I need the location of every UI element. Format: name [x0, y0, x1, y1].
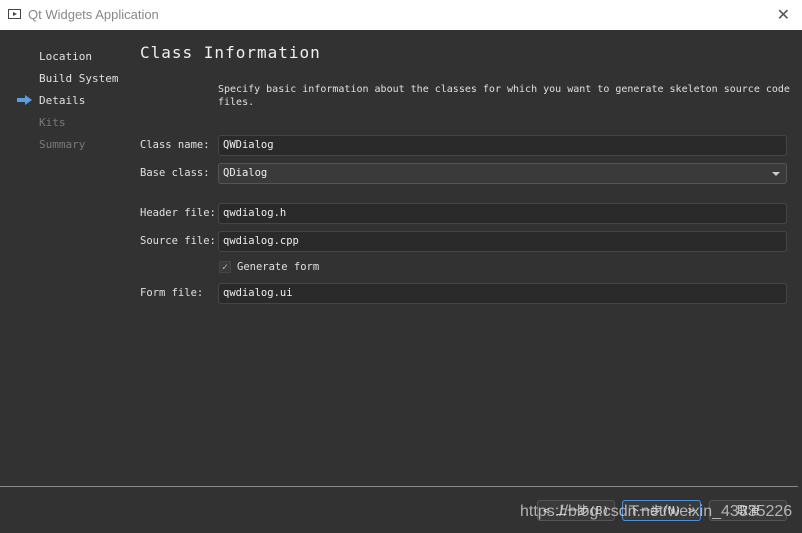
close-icon[interactable]: ✕: [777, 5, 790, 25]
form-file-label: Form file:: [140, 287, 204, 299]
generate-form-checkbox[interactable]: ✓: [219, 261, 231, 273]
sidebar-item-kits: Kits: [39, 116, 66, 129]
window-title: Qt Widgets Application: [28, 7, 159, 22]
sidebar-item-details: Details: [39, 94, 86, 107]
watermark: https://blog.csdn.net/weixin_43335226: [520, 503, 793, 520]
title-bar: Qt Widgets Application ✕: [0, 0, 802, 30]
app-icon: [8, 9, 21, 19]
source-file-label: Source file:: [140, 235, 216, 247]
base-class-value: QDialog: [223, 167, 268, 179]
class-name-input[interactable]: QWDialog: [218, 135, 787, 156]
generate-form-label[interactable]: Generate form: [237, 261, 319, 273]
page-description: Specify basic information about the clas…: [218, 84, 790, 108]
page-title: Class Information: [140, 43, 321, 62]
header-file-label: Header file:: [140, 207, 216, 219]
base-class-select[interactable]: QDialog: [218, 163, 787, 184]
form-file-input[interactable]: qwdialog.ui: [218, 283, 787, 304]
base-class-label: Base class:: [140, 167, 210, 179]
arrow-right-icon: [17, 95, 32, 105]
header-file-input[interactable]: qwdialog.h: [218, 203, 787, 224]
sidebar-item-summary: Summary: [39, 138, 86, 151]
sidebar-item-build-system: Build System: [39, 72, 119, 85]
class-name-label: Class name:: [140, 139, 210, 151]
source-file-input[interactable]: qwdialog.cpp: [218, 231, 787, 252]
footer-divider: [0, 486, 798, 487]
sidebar-item-location: Location: [39, 50, 92, 63]
chevron-down-icon: [772, 172, 780, 176]
